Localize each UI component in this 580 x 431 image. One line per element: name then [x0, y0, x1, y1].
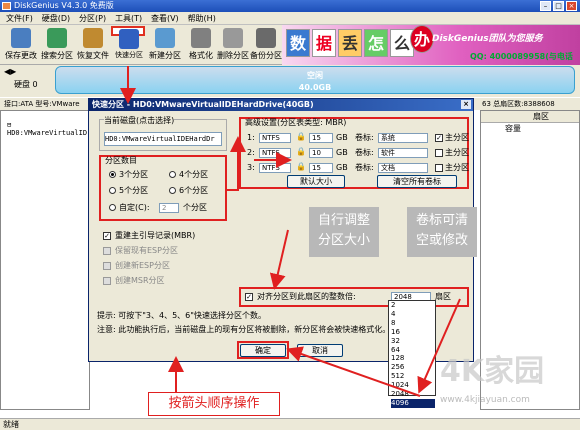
arrow-2	[225, 136, 246, 191]
arrow-6	[286, 346, 421, 397]
watermark-brand: 4K家园	[440, 354, 545, 389]
action-note: 按箭头顺序操作	[148, 392, 280, 416]
arrow-4	[269, 229, 289, 290]
watermark: 4K家园 www.4kjiayuan.com	[440, 355, 580, 430]
watermark-url: www.4kjiayuan.com	[440, 395, 530, 405]
